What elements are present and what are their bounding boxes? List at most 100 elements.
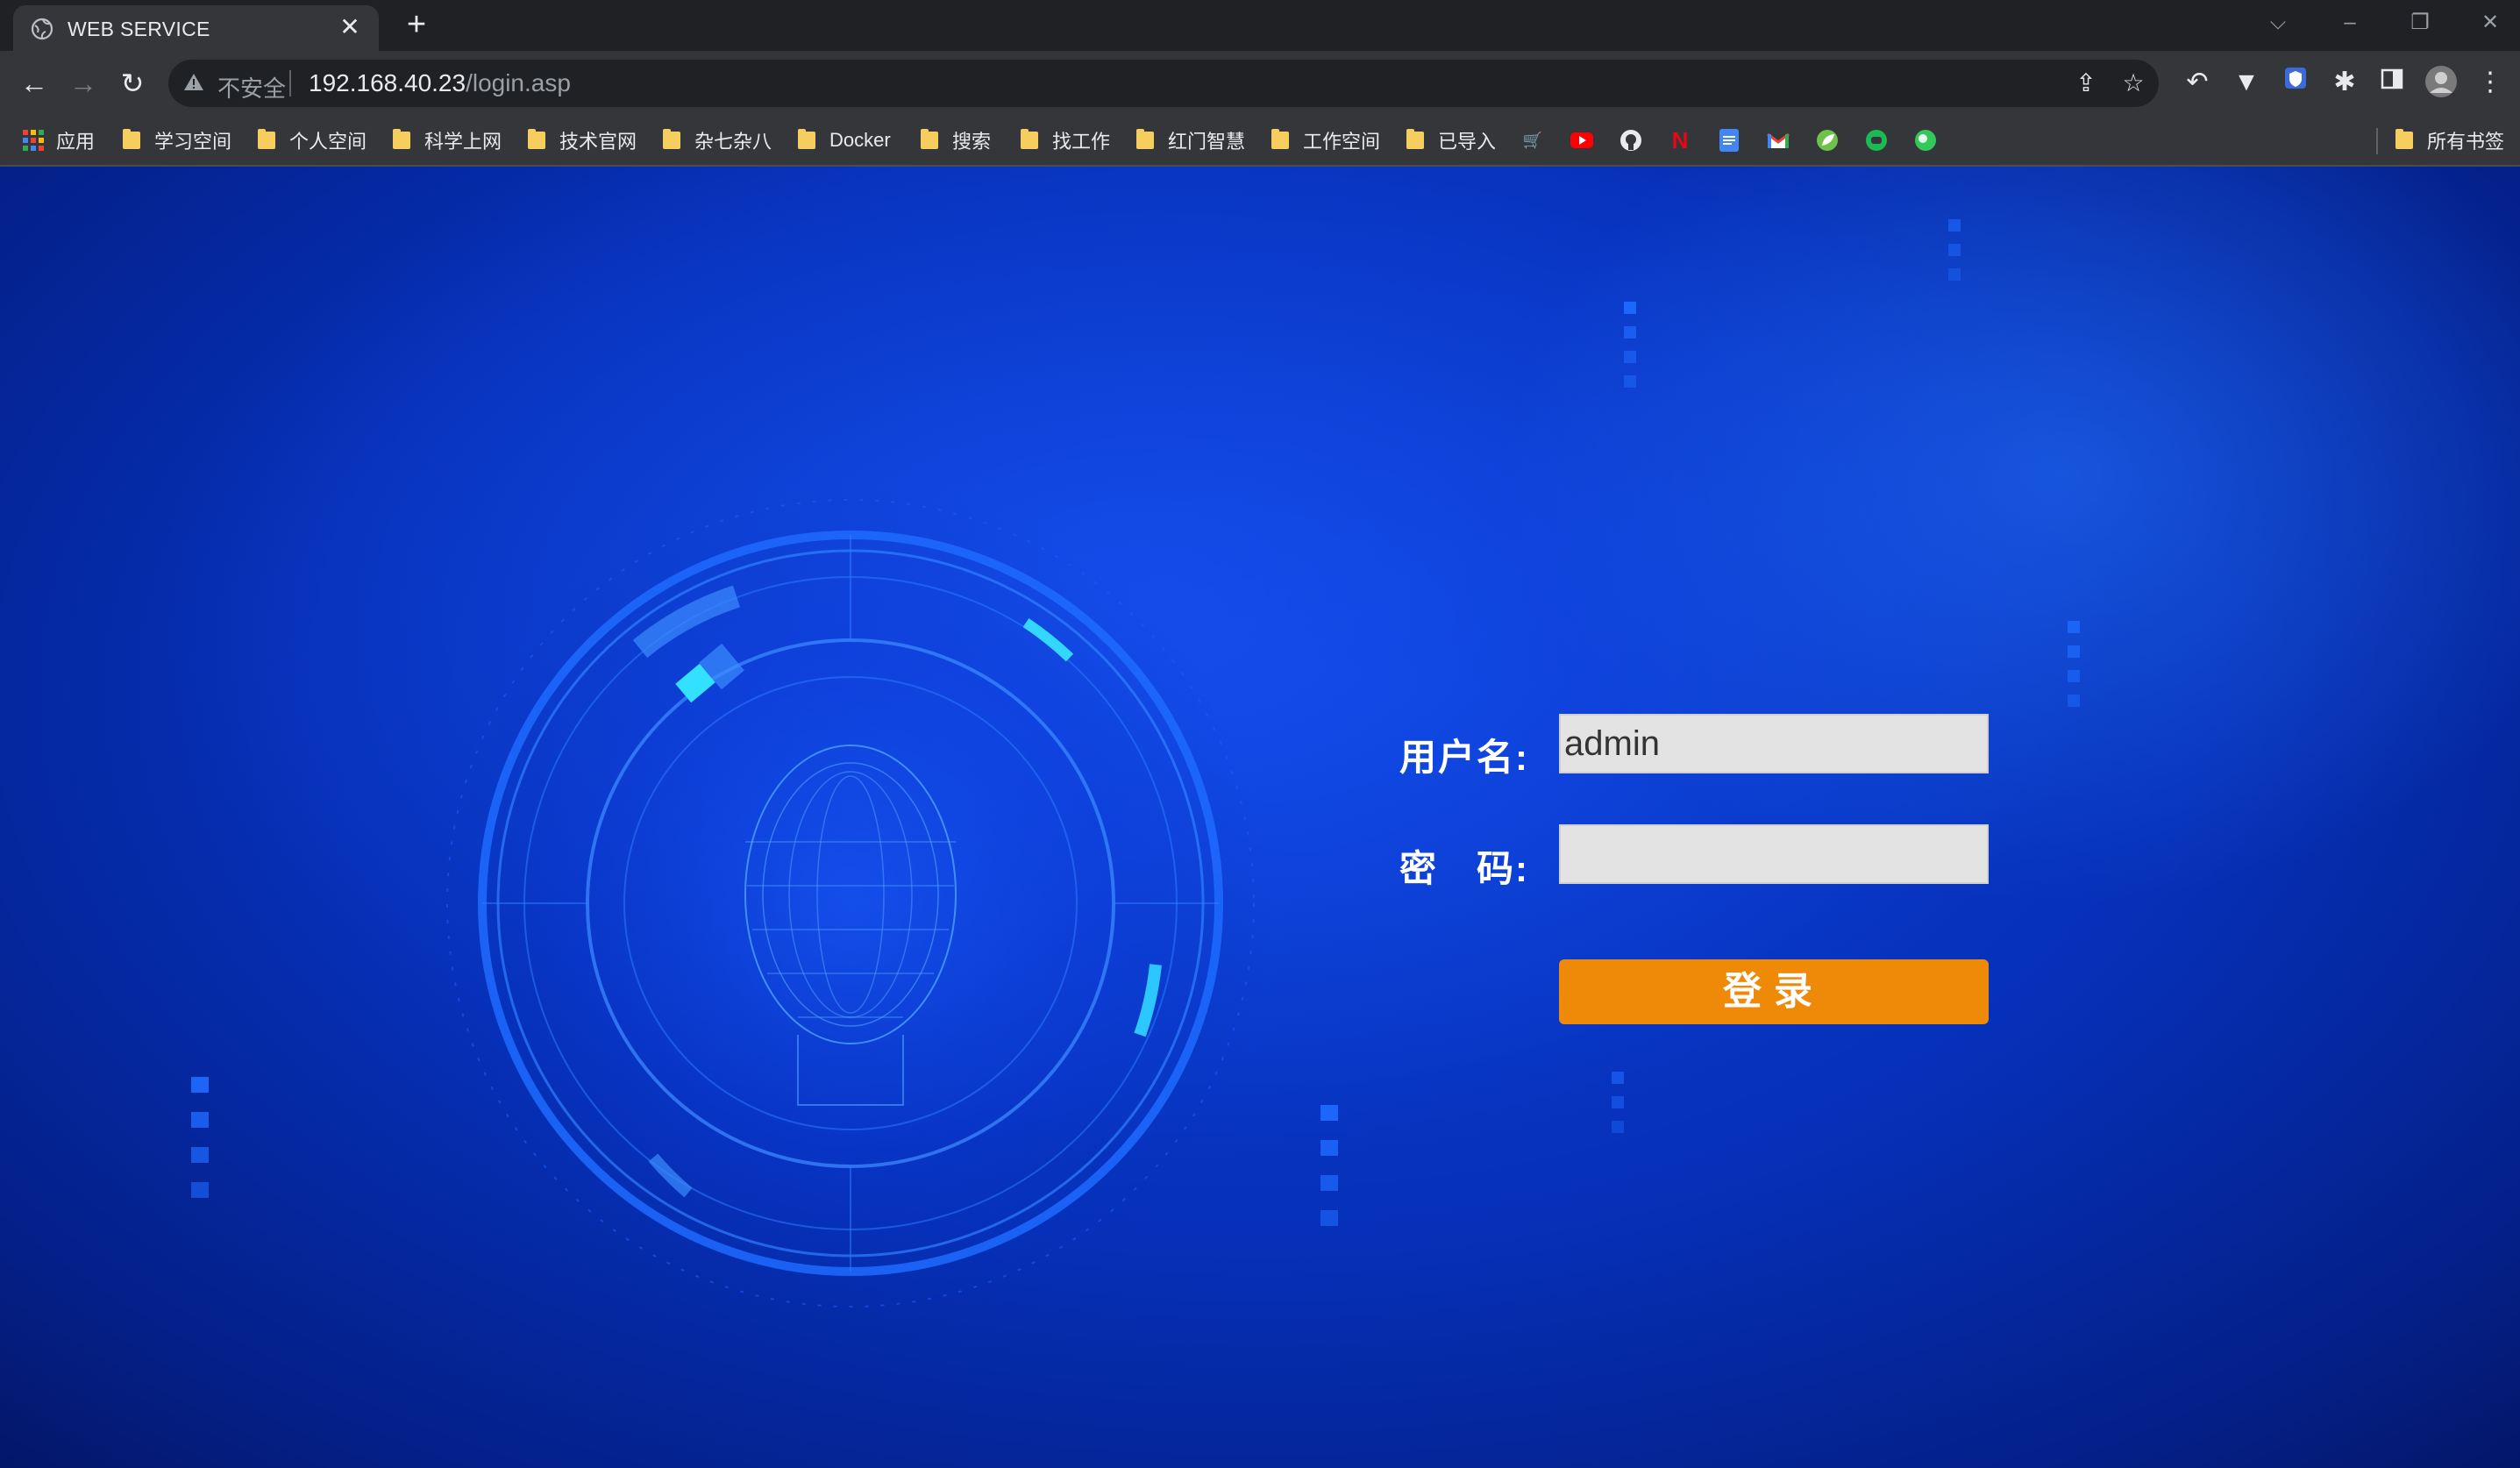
folder-icon	[123, 129, 140, 149]
password-label: 密 码:	[1399, 848, 1529, 889]
decor-dot	[191, 1147, 209, 1163]
bookmark-folder[interactable]: 搜索	[921, 126, 991, 154]
folder-icon	[1271, 129, 1289, 149]
docs-icon[interactable]	[1717, 128, 1741, 153]
bookmark-label: 已导入	[1438, 131, 1497, 153]
decor-dot	[1321, 1210, 1338, 1226]
face-scan-illustration	[421, 474, 1280, 1333]
forward-arrow-icon[interactable]: →	[65, 65, 102, 102]
decor-dot	[1624, 302, 1636, 314]
decor-dot	[1612, 1072, 1624, 1084]
folder-icon	[798, 129, 815, 149]
new-tab-button[interactable]: +	[399, 7, 434, 42]
leaf-icon[interactable]	[1815, 128, 1840, 153]
decor-dot	[1321, 1105, 1338, 1121]
decor-dot	[191, 1182, 209, 1198]
tab-search-icon[interactable]: ⌵	[2260, 7, 2296, 39]
folder-icon	[528, 129, 545, 149]
undo-extension-icon[interactable]: ↶	[2180, 65, 2215, 100]
shield-extension-icon[interactable]	[2278, 65, 2313, 100]
github-icon[interactable]	[1619, 128, 1643, 153]
bookmark-label: 红门智慧	[1168, 131, 1246, 153]
folder-icon	[2395, 129, 2413, 149]
avatar[interactable]	[2424, 65, 2459, 100]
bookmark-folder[interactable]: Docker	[798, 126, 891, 154]
bookmark-all[interactable]: 所有书签	[2395, 126, 2504, 154]
divider	[289, 70, 291, 96]
decor-dot	[2068, 670, 2080, 682]
decor-dot	[2068, 695, 2080, 707]
decor-dot	[1948, 219, 1961, 232]
tab-title: WEB SERVICE	[68, 18, 210, 40]
decor-dot	[1624, 375, 1636, 388]
warning-icon	[184, 74, 203, 90]
gmail-icon[interactable]	[1766, 128, 1790, 153]
folder-icon	[663, 129, 680, 149]
shopping-cart-icon[interactable]: 🛒	[1520, 128, 1545, 153]
star-icon[interactable]: ☆	[2118, 68, 2148, 98]
green-circle-icon[interactable]	[1913, 128, 1938, 153]
bookmark-folder[interactable]: 工作空间	[1271, 126, 1380, 154]
decor-dot	[1624, 326, 1636, 338]
decor-dot	[1948, 268, 1961, 281]
decor-dot	[1948, 244, 1961, 256]
youtube-icon[interactable]	[1570, 128, 1594, 153]
password-input[interactable]	[1559, 824, 1989, 884]
bookmark-label: 找工作	[1052, 131, 1111, 153]
bookmark-label: 应用	[56, 131, 96, 153]
bookmarks-bar: 应用 学习空间 个人空间 科学上网 技术官网 杂七杂八 Docker 搜索 找工…	[0, 116, 2520, 167]
bookmark-label: 个人空间	[289, 131, 367, 153]
bookmark-folder[interactable]: 学习空间	[123, 126, 231, 154]
address-bar[interactable]: 不安全 192.168.40.23/login.asp ⇪ ☆	[168, 60, 2159, 107]
share-icon[interactable]: ⇪	[2071, 68, 2101, 98]
bookmark-folder[interactable]: 红门智慧	[1136, 126, 1245, 154]
bookmark-label: 搜索	[952, 131, 992, 153]
url-path: /login.asp	[466, 69, 571, 96]
folder-icon	[1406, 129, 1424, 149]
netflix-icon[interactable]: N	[1668, 128, 1692, 153]
reload-icon[interactable]: ↻	[114, 65, 151, 102]
login-button[interactable]: 登录	[1559, 959, 1989, 1024]
bookmark-folder[interactable]: 科学上网	[393, 126, 502, 154]
not-secure-label[interactable]: 不安全	[217, 71, 286, 103]
globe-icon	[31, 18, 53, 40]
minimize-icon[interactable]: –	[2332, 7, 2367, 39]
tab-strip: WEB SERVICE ✕ + ⌵ – ❐ ✕	[0, 0, 2520, 51]
decor-dot	[1321, 1175, 1338, 1191]
menu-kebab-icon[interactable]: ⋮	[2473, 65, 2508, 100]
bookmark-folder[interactable]: 杂七杂八	[663, 126, 772, 154]
bookmark-folder[interactable]: 技术官网	[528, 126, 637, 154]
bookmark-label: 技术官网	[559, 131, 637, 153]
folder-icon	[1021, 129, 1038, 149]
folder-icon	[921, 129, 938, 149]
bookmark-label: 杂七杂八	[694, 131, 772, 153]
chat-icon[interactable]	[1864, 128, 1889, 153]
bookmark-label: Docker	[829, 129, 891, 151]
username-input[interactable]	[1559, 714, 1989, 773]
close-icon[interactable]: ✕	[337, 14, 363, 40]
decor-dot	[2068, 645, 2080, 658]
bookmark-label: 学习空间	[154, 131, 232, 153]
folder-icon	[258, 129, 275, 149]
puzzle-extensions-icon[interactable]: ✱	[2327, 65, 2362, 100]
decor-dot	[2068, 621, 2080, 633]
bookmark-folder[interactable]: 个人空间	[258, 126, 367, 154]
bookmark-apps[interactable]: 应用	[23, 126, 95, 154]
decor-dot	[191, 1077, 209, 1093]
bookmark-folder[interactable]: 找工作	[1021, 126, 1110, 154]
bookmark-folder[interactable]: 已导入	[1406, 126, 1496, 154]
side-panel-icon[interactable]	[2374, 65, 2410, 100]
vue-extension-icon[interactable]: ▼	[2229, 65, 2264, 100]
back-arrow-icon[interactable]: ←	[16, 65, 53, 102]
username-label: 用户名:	[1399, 737, 1529, 778]
folder-icon	[1136, 129, 1154, 149]
folder-icon	[393, 129, 410, 149]
restore-icon[interactable]: ❐	[2403, 7, 2438, 39]
window-close-icon[interactable]: ✕	[2473, 7, 2508, 39]
divider	[2376, 128, 2378, 154]
decor-dot	[1624, 351, 1636, 363]
bookmark-label: 所有书签	[2427, 131, 2505, 153]
browser-tab[interactable]: WEB SERVICE ✕	[13, 5, 379, 51]
decor-dot	[1321, 1140, 1338, 1156]
url-text[interactable]: 192.168.40.23/login.asp	[309, 69, 571, 97]
